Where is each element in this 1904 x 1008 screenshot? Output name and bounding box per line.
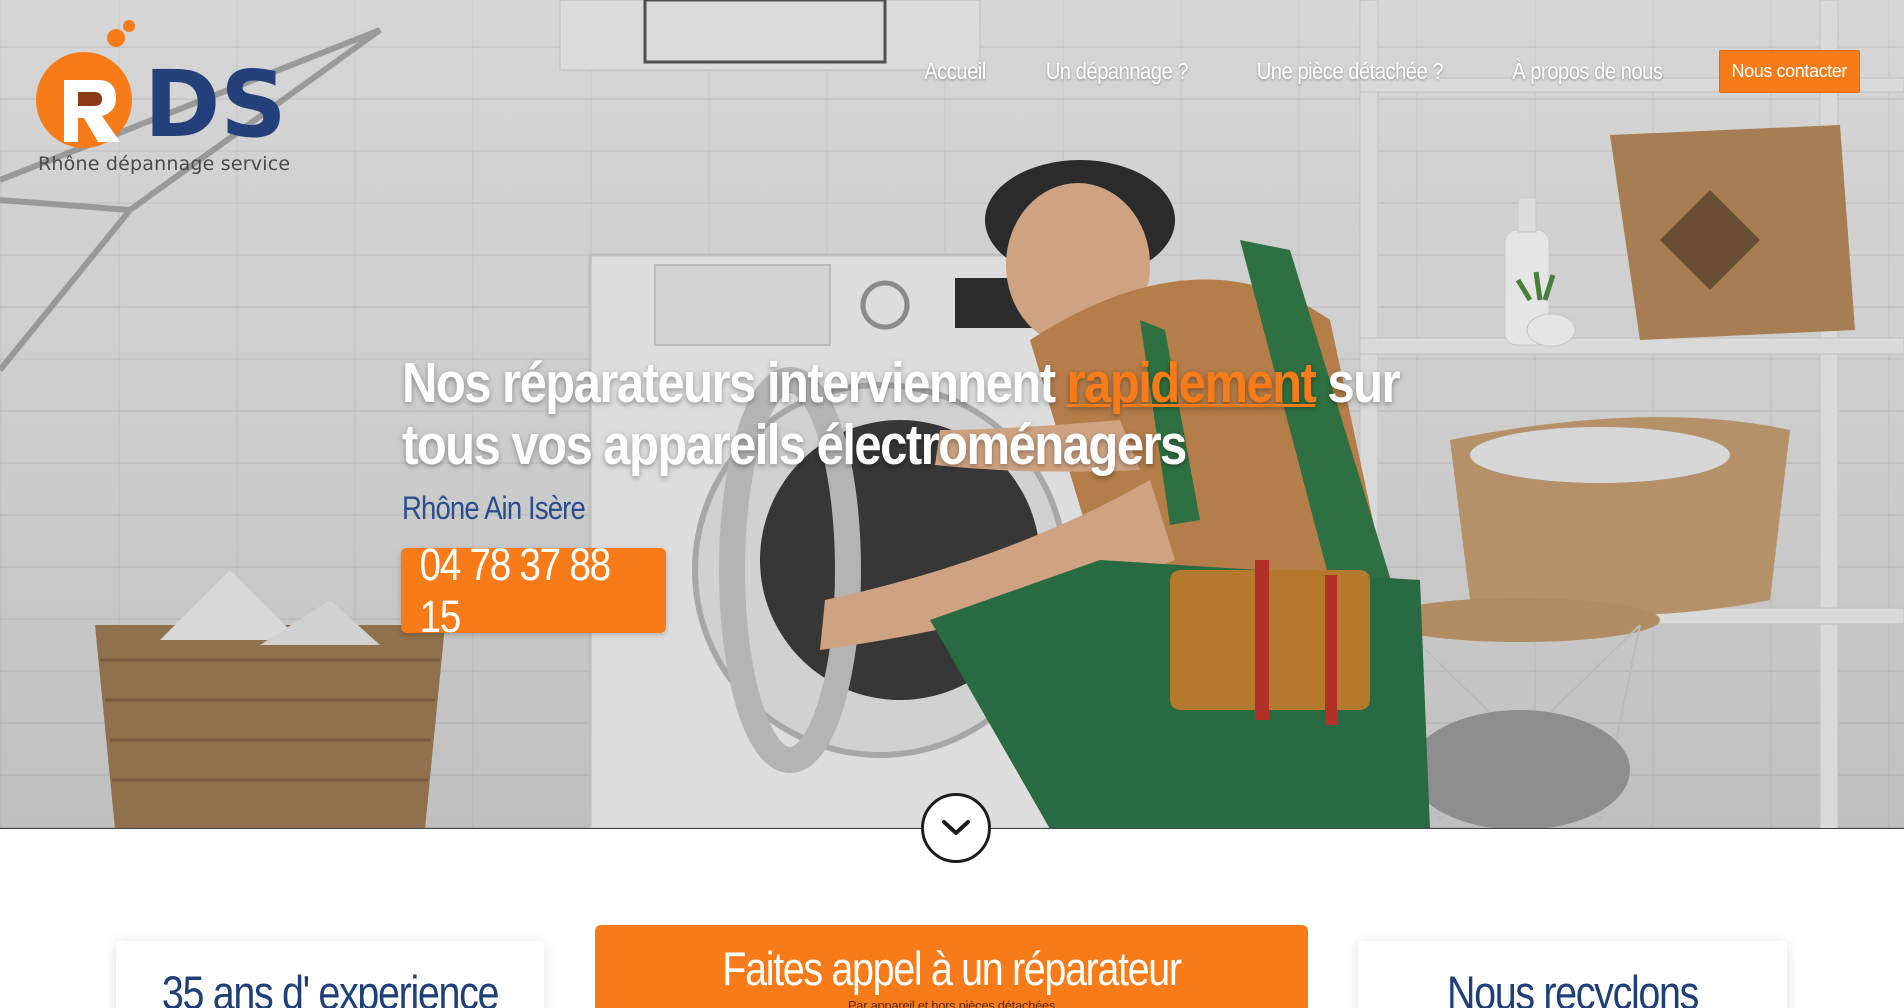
site-logo[interactable]: DS Rhône dépannage service <box>34 18 294 178</box>
experience-card-title: 35 ans d' experience <box>161 966 500 1008</box>
headline-accent-word[interactable]: rapidement <box>1067 351 1317 415</box>
nav-link-accueil[interactable]: Accueil <box>925 58 987 85</box>
rds-logo-mark: DS <box>36 20 287 148</box>
service-region: Rhône Ain Isère <box>402 490 586 526</box>
hero-headline: Nos réparateurs interviennent rapidement… <box>402 351 1401 476</box>
recycling-card: Nous recyclons <box>1358 941 1787 1008</box>
chevron-down-icon <box>942 820 970 835</box>
contact-button[interactable]: Nous contacter <box>1718 49 1860 93</box>
headline-text-start: Nos réparateurs interviennent <box>402 351 1067 415</box>
phone-number: 04 78 37 88 15 <box>419 538 612 642</box>
logo-ds-text: DS <box>144 51 287 148</box>
experience-card: 35 ans d' experience <box>116 941 544 1008</box>
nav-link-a-propos[interactable]: À propos de nous <box>1512 58 1663 85</box>
scroll-down-button[interactable] <box>921 793 991 863</box>
nav-link-piece-detachee[interactable]: Une pièce détachée ? <box>1257 58 1444 85</box>
logo-tagline: Rhône dépannage service <box>38 153 291 175</box>
hero-section: DS Rhône dépannage service Accueil Un dé… <box>0 0 1904 829</box>
phone-call-button[interactable]: 04 78 37 88 15 <box>401 539 666 642</box>
call-repairer-subtitle: Par appareil et hors pièces détachées <box>847 998 1056 1008</box>
main-navigation: Accueil Un dépannage ? Une pièce détaché… <box>920 49 1860 93</box>
call-repairer-card[interactable]: Faites appel à un réparateur Par apparei… <box>595 925 1308 1008</box>
recycling-card-title: Nous recyclons <box>1446 966 1699 1008</box>
call-repairer-title: Faites appel à un réparateur <box>722 942 1182 995</box>
nav-link-depannage[interactable]: Un dépannage ? <box>1046 58 1189 85</box>
